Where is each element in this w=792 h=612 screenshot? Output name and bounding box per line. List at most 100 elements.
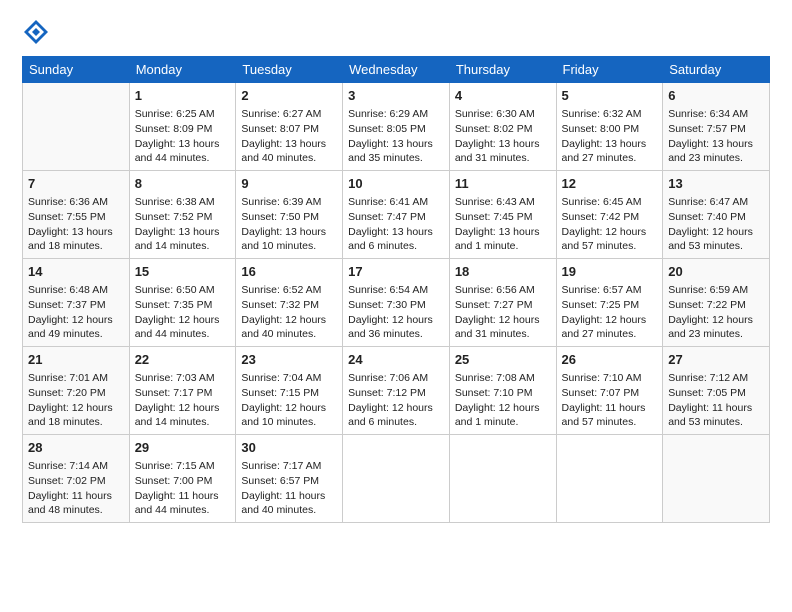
cell-sunrise: Sunrise: 6:52 AM bbox=[241, 284, 321, 296]
cell-daylight: Daylight: 13 hours and 1 minute. bbox=[455, 226, 540, 253]
calendar-cell: 26Sunrise: 7:10 AMSunset: 7:07 PMDayligh… bbox=[556, 347, 663, 435]
cell-daylight: Daylight: 12 hours and 14 minutes. bbox=[135, 402, 220, 429]
cell-daylight: Daylight: 11 hours and 44 minutes. bbox=[135, 490, 219, 517]
cell-sunset: Sunset: 7:50 PM bbox=[241, 211, 319, 223]
cell-sunset: Sunset: 7:05 PM bbox=[668, 387, 746, 399]
cell-daylight: Daylight: 12 hours and 1 minute. bbox=[455, 402, 540, 429]
cell-date: 21 bbox=[28, 351, 124, 369]
calendar-week-row: 14Sunrise: 6:48 AMSunset: 7:37 PMDayligh… bbox=[23, 259, 770, 347]
cell-sunrise: Sunrise: 7:17 AM bbox=[241, 460, 321, 472]
cell-date: 2 bbox=[241, 87, 337, 105]
cell-daylight: Daylight: 13 hours and 6 minutes. bbox=[348, 226, 433, 253]
cell-daylight: Daylight: 12 hours and 53 minutes. bbox=[668, 226, 753, 253]
cell-sunrise: Sunrise: 7:01 AM bbox=[28, 372, 108, 384]
cell-sunset: Sunset: 7:22 PM bbox=[668, 299, 746, 311]
cell-daylight: Daylight: 12 hours and 49 minutes. bbox=[28, 314, 113, 341]
calendar-week-row: 7Sunrise: 6:36 AMSunset: 7:55 PMDaylight… bbox=[23, 171, 770, 259]
cell-daylight: Daylight: 13 hours and 31 minutes. bbox=[455, 138, 540, 165]
cell-sunset: Sunset: 7:00 PM bbox=[135, 475, 213, 487]
calendar-cell: 9Sunrise: 6:39 AMSunset: 7:50 PMDaylight… bbox=[236, 171, 343, 259]
calendar-week-row: 21 Sunrise: 7:01 AM Sunset: 7:20 PM Dayligh… bbox=[23, 347, 770, 435]
cell-date: 15 bbox=[135, 263, 231, 281]
calendar-cell: 15Sunrise: 6:50 AMSunset: 7:35 PMDayligh… bbox=[129, 259, 236, 347]
cell-daylight: Daylight: 12 hours and 23 minutes. bbox=[668, 314, 753, 341]
cell-date: 18 bbox=[455, 263, 551, 281]
calendar-cell: 25 Sunrise: 7:08 AM Sunset: 7:10 PM Dayligh… bbox=[449, 347, 556, 435]
calendar-cell bbox=[556, 435, 663, 523]
calendar-cell: 1Sunrise: 6:25 AMSunset: 8:09 PMDaylight… bbox=[129, 83, 236, 171]
cell-sunset: Sunset: 7:37 PM bbox=[28, 299, 106, 311]
cell-sunset: Sunset: 7:30 PM bbox=[348, 299, 426, 311]
cell-sunrise: Sunrise: 6:41 AM bbox=[348, 196, 428, 208]
logo bbox=[22, 18, 54, 46]
calendar-header-row: SundayMondayTuesdayWednesdayThursdayFrid… bbox=[23, 57, 770, 83]
day-header-wednesday: Wednesday bbox=[343, 57, 450, 83]
cell-sunrise: Sunrise: 6:29 AM bbox=[348, 108, 428, 120]
cell-sunrise: Sunrise: 6:48 AM bbox=[28, 284, 108, 296]
calendar-cell: 24Sunrise: 7:06 AMSunset: 7:12 PMDayligh… bbox=[343, 347, 450, 435]
cell-date: 4 bbox=[455, 87, 551, 105]
cell-sunrise: Sunrise: 6:27 AM bbox=[241, 108, 321, 120]
cell-sunset: Sunset: 7:45 PM bbox=[455, 211, 533, 223]
cell-sunset: Sunset: 7:42 PM bbox=[562, 211, 640, 223]
cell-sunrise: Sunrise: 6:39 AM bbox=[241, 196, 321, 208]
cell-sunrise: Sunrise: 7:15 AM bbox=[135, 460, 215, 472]
calendar-cell: 19Sunrise: 6:57 AMSunset: 7:25 PMDayligh… bbox=[556, 259, 663, 347]
cell-date: 20 bbox=[668, 263, 764, 281]
calendar-week-row: 28 Sunrise: 7:14 AM Sunset: 7:02 PM Dayligh… bbox=[23, 435, 770, 523]
calendar-cell bbox=[23, 83, 130, 171]
cell-sunset: Sunset: 7:47 PM bbox=[348, 211, 426, 223]
cell-date: 5 bbox=[562, 87, 658, 105]
cell-sunset: Sunset: 7:32 PM bbox=[241, 299, 319, 311]
cell-sunset: Sunset: 7:25 PM bbox=[562, 299, 640, 311]
cell-date: 22 bbox=[135, 351, 231, 369]
day-header-thursday: Thursday bbox=[449, 57, 556, 83]
calendar-cell: 27Sunrise: 7:12 AMSunset: 7:05 PMDayligh… bbox=[663, 347, 770, 435]
calendar-cell: 4 Sunrise: 6:30 AM Sunset: 8:02 PM Daylight… bbox=[449, 83, 556, 171]
calendar-cell: 7Sunrise: 6:36 AMSunset: 7:55 PMDaylight… bbox=[23, 171, 130, 259]
cell-daylight: Daylight: 13 hours and 10 minutes. bbox=[241, 226, 326, 253]
cell-sunset: Sunset: 7:02 PM bbox=[28, 475, 106, 487]
cell-sunrise: Sunrise: 6:43 AM bbox=[455, 196, 535, 208]
cell-daylight: Daylight: 11 hours and 57 minutes. bbox=[562, 402, 646, 429]
cell-daylight: Daylight: 12 hours and 31 minutes. bbox=[455, 314, 540, 341]
cell-sunrise: Sunrise: 6:34 AM bbox=[668, 108, 748, 120]
day-header-monday: Monday bbox=[129, 57, 236, 83]
cell-sunrise: Sunrise: 7:10 AM bbox=[562, 372, 642, 384]
logo-icon bbox=[22, 18, 50, 46]
calendar-cell: 22Sunrise: 7:03 AMSunset: 7:17 PMDayligh… bbox=[129, 347, 236, 435]
cell-sunset: Sunset: 8:07 PM bbox=[241, 123, 319, 135]
cell-date: 6 bbox=[668, 87, 764, 105]
cell-daylight: Daylight: 13 hours and 40 minutes. bbox=[241, 138, 326, 165]
cell-daylight: Daylight: 12 hours and 44 minutes. bbox=[135, 314, 220, 341]
cell-sunset: Sunset: 7:12 PM bbox=[348, 387, 426, 399]
cell-sunset: Sunset: 6:57 PM bbox=[241, 475, 319, 487]
cell-sunrise: Sunrise: 7:06 AM bbox=[348, 372, 428, 384]
cell-sunrise: Sunrise: 7:08 AM bbox=[455, 372, 535, 384]
cell-sunrise: Sunrise: 6:50 AM bbox=[135, 284, 215, 296]
cell-daylight: Daylight: 12 hours and 57 minutes. bbox=[562, 226, 647, 253]
cell-sunset: Sunset: 7:52 PM bbox=[135, 211, 213, 223]
cell-sunrise: Sunrise: 6:36 AM bbox=[28, 196, 108, 208]
cell-sunrise: Sunrise: 6:59 AM bbox=[668, 284, 748, 296]
calendar-cell: 30Sunrise: 7:17 AMSunset: 6:57 PMDayligh… bbox=[236, 435, 343, 523]
cell-sunrise: Sunrise: 6:32 AM bbox=[562, 108, 642, 120]
cell-sunrise: Sunrise: 7:14 AM bbox=[28, 460, 108, 472]
cell-sunrise: Sunrise: 6:47 AM bbox=[668, 196, 748, 208]
cell-sunrise: Sunrise: 6:30 AM bbox=[455, 108, 535, 120]
cell-sunset: Sunset: 7:20 PM bbox=[28, 387, 106, 399]
calendar-cell: 17Sunrise: 6:54 AMSunset: 7:30 PMDayligh… bbox=[343, 259, 450, 347]
calendar-cell: 13Sunrise: 6:47 AMSunset: 7:40 PMDayligh… bbox=[663, 171, 770, 259]
cell-daylight: Daylight: 12 hours and 40 minutes. bbox=[241, 314, 326, 341]
cell-daylight: Daylight: 13 hours and 27 minutes. bbox=[562, 138, 647, 165]
cell-date: 28 bbox=[28, 439, 124, 457]
cell-sunrise: Sunrise: 6:38 AM bbox=[135, 196, 215, 208]
page: SundayMondayTuesdayWednesdayThursdayFrid… bbox=[0, 0, 792, 612]
cell-date: 25 bbox=[455, 351, 551, 369]
cell-sunset: Sunset: 8:02 PM bbox=[455, 123, 533, 135]
cell-date: 27 bbox=[668, 351, 764, 369]
cell-date: 23 bbox=[241, 351, 337, 369]
cell-sunset: Sunset: 7:57 PM bbox=[668, 123, 746, 135]
cell-date: 29 bbox=[135, 439, 231, 457]
cell-sunset: Sunset: 7:10 PM bbox=[455, 387, 533, 399]
